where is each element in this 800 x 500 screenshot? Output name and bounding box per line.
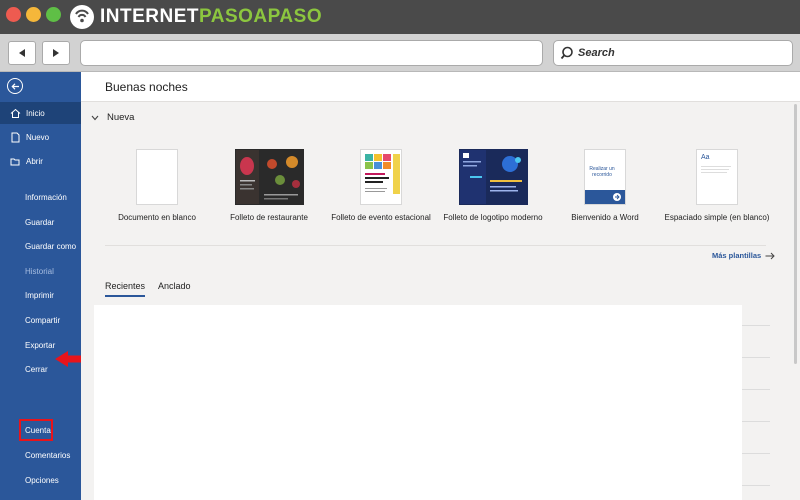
template-thumbnail: Aa: [696, 149, 738, 205]
forward-button[interactable]: [42, 41, 70, 65]
chevron-down-icon: [91, 115, 99, 121]
list-row-divider: [742, 389, 770, 390]
template-thumbnail: [458, 149, 528, 205]
list-row-divider: [742, 453, 770, 454]
list-row-divider: [742, 325, 770, 326]
template-seasonal-event-flyer[interactable]: Folleto de evento estacional: [321, 149, 441, 222]
open-folder-icon: [10, 156, 22, 167]
sidebar-item-informacion[interactable]: Información: [0, 186, 81, 208]
list-row-divider: [742, 421, 770, 422]
template-thumb-text: Aa: [701, 154, 710, 161]
recent-documents-list: [94, 305, 742, 500]
new-section-toggle[interactable]: Nueva: [91, 112, 134, 123]
template-name: Folleto de logotipo moderno: [443, 213, 543, 222]
browser-toolbar: Search: [0, 34, 800, 72]
template-welcome-to-word[interactable]: Realizar un recorrido Bienvenido a Word: [545, 149, 665, 222]
home-content: Nueva Documento en blanco Folleto de res…: [81, 102, 800, 500]
template-modern-logo-flyer[interactable]: Folleto de logotipo moderno: [433, 149, 553, 222]
sidebar-item-imprimir[interactable]: Imprimir: [0, 284, 81, 306]
template-restaurant-flyer[interactable]: Folleto de restaurante: [209, 149, 329, 222]
template-thumbnail: [360, 149, 402, 205]
template-single-spaced-blank[interactable]: Aa Espaciado simple (en blanco): [657, 149, 777, 222]
template-name: Folleto de restaurante: [230, 213, 308, 222]
highlight-box: [19, 419, 53, 441]
list-row-divider: [742, 357, 770, 358]
arrow-right-icon: [765, 252, 775, 259]
template-name: Folleto de evento estacional: [331, 213, 431, 222]
back-arrow-icon[interactable]: [7, 78, 23, 94]
search-icon: [560, 46, 573, 60]
template-thumbnail: [136, 149, 178, 205]
site-logo: INTERNETPASOAPASO: [70, 5, 322, 29]
close-window-button[interactable]: [6, 7, 21, 22]
greeting-text: Buenas noches: [105, 80, 188, 94]
logo-text: INTERNETPASOAPASO: [100, 6, 323, 27]
back-button[interactable]: [8, 41, 36, 65]
sidebar-item-comentarios[interactable]: Comentarios: [0, 444, 81, 466]
template-thumbnail: [234, 149, 304, 205]
sidebar-item-inicio[interactable]: Inicio: [0, 102, 81, 124]
logo-icon: [70, 5, 94, 29]
template-name: Espaciado simple (en blanco): [664, 213, 770, 222]
address-bar[interactable]: [80, 40, 543, 66]
minimize-window-button[interactable]: [26, 7, 41, 22]
sidebar-item-compartir[interactable]: Compartir: [0, 309, 81, 331]
template-thumbnail: Realizar un recorrido: [584, 149, 626, 205]
template-thumb-text: Realizar un recorrido: [589, 166, 615, 178]
sidebar-item-abrir[interactable]: Abrir: [0, 150, 81, 172]
template-name: Documento en blanco: [118, 213, 196, 222]
list-row-divider: [742, 485, 770, 486]
template-blank[interactable]: Documento en blanco: [97, 149, 217, 222]
backstage-sidebar: Inicio Nuevo Abrir Información Guardar G…: [0, 72, 81, 500]
tab-anclado[interactable]: Anclado: [158, 281, 191, 291]
template-name: Bienvenido a Word: [571, 213, 639, 222]
sidebar-item-opciones[interactable]: Opciones: [0, 469, 81, 491]
new-section-label: Nueva: [107, 112, 135, 123]
arrow-right-icon: [53, 49, 59, 57]
sidebar-item-historial: Historial: [25, 266, 54, 276]
scrollbar[interactable]: [794, 104, 797, 364]
sidebar-item-nuevo[interactable]: Nuevo: [0, 126, 81, 148]
arrow-right-icon: [613, 193, 621, 201]
greeting-header: Buenas noches: [81, 72, 800, 102]
sidebar-item-guardar[interactable]: Guardar: [0, 211, 81, 233]
main-panel: Buenas noches Nueva Documento en blanco: [81, 72, 800, 500]
arrow-left-icon: [19, 49, 25, 57]
maximize-window-button[interactable]: [46, 7, 61, 22]
more-templates-link[interactable]: Más plantillas: [712, 251, 775, 260]
home-icon: [10, 108, 22, 119]
more-templates-label: Más plantillas: [712, 251, 762, 260]
search-field[interactable]: Search: [553, 40, 793, 66]
browser-titlebar: INTERNETPASOAPASO: [0, 0, 800, 34]
section-divider: [105, 245, 766, 246]
new-document-icon: [10, 132, 22, 143]
search-placeholder: Search: [578, 47, 615, 59]
tab-recientes[interactable]: Recientes: [105, 281, 146, 297]
sidebar-item-guardar-como[interactable]: Guardar como: [0, 235, 81, 257]
